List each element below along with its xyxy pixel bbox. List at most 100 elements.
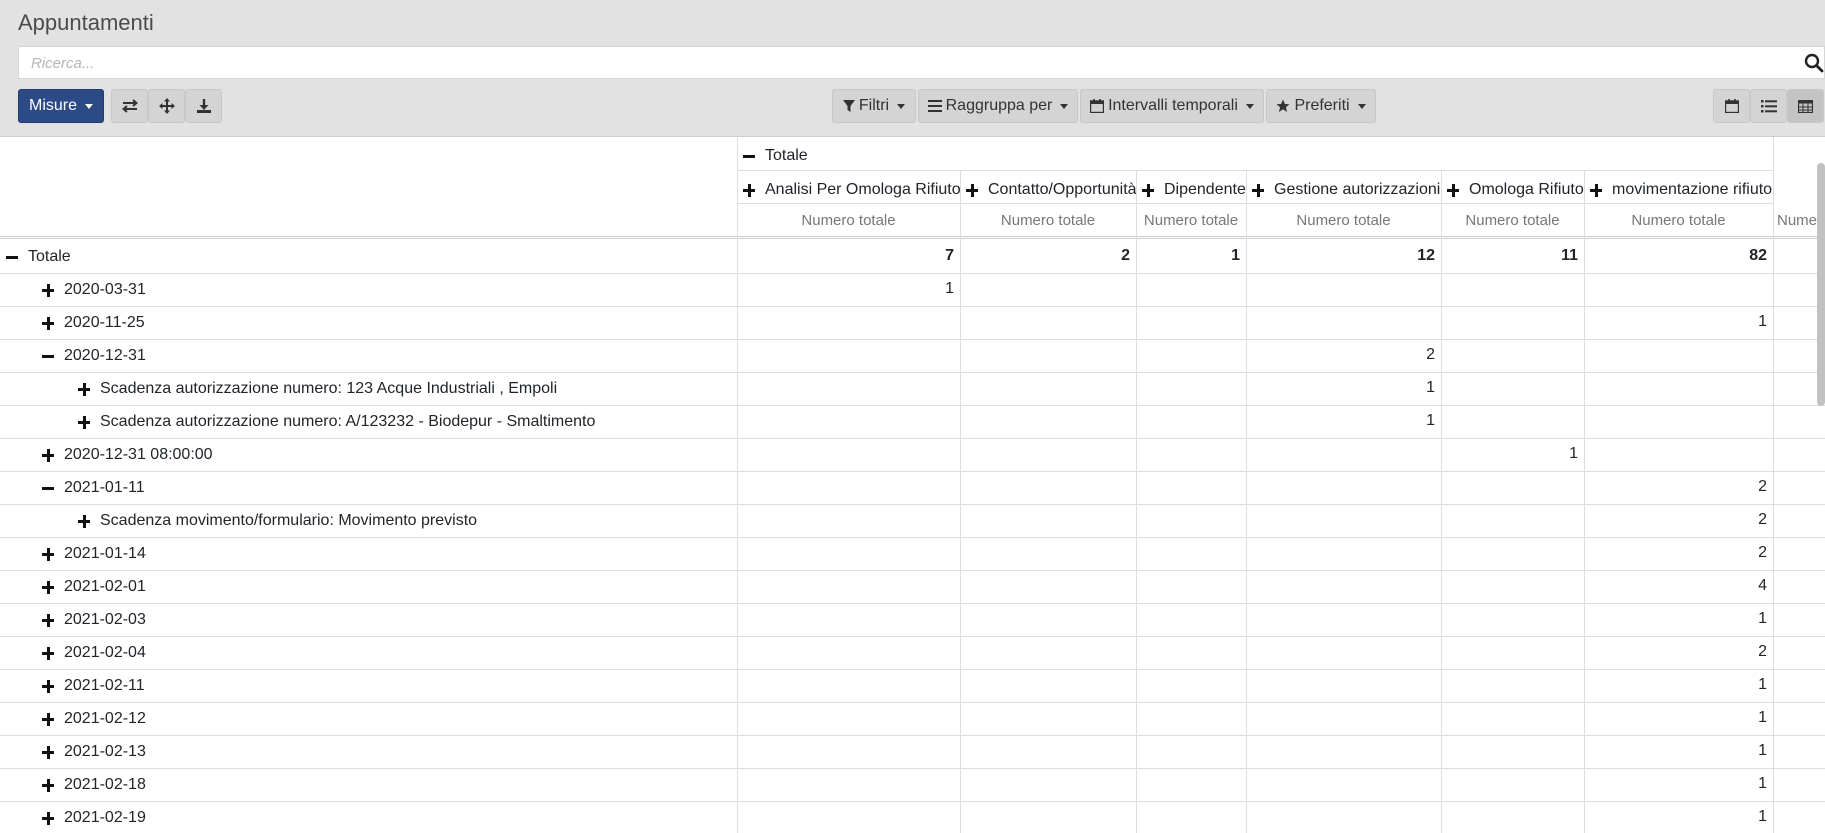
grid-line bbox=[0, 537, 1825, 538]
row-header[interactable]: Scadenza autorizzazione numero: 123 Acqu… bbox=[78, 378, 557, 400]
exchange-icon bbox=[121, 99, 138, 113]
measure-header[interactable]: Numero totale bbox=[737, 212, 960, 229]
row-header-label: 2020-11-25 bbox=[64, 314, 145, 331]
chevron-down-icon bbox=[1060, 103, 1069, 109]
row-header[interactable]: 2020-11-25 bbox=[42, 312, 145, 334]
row-header[interactable]: Scadenza movimento/formulario: Movimento… bbox=[78, 510, 477, 532]
col-header-group[interactable]: Contatto/Opportunità bbox=[966, 176, 1137, 204]
row-header-label: Scadenza autorizzazione numero: 123 Acqu… bbox=[100, 380, 558, 397]
flip-axis-button[interactable] bbox=[111, 89, 148, 123]
expand-icon bbox=[1142, 184, 1154, 197]
search-input[interactable]: Ricerca... bbox=[18, 46, 1825, 79]
table-icon bbox=[1798, 99, 1813, 113]
expand-icon bbox=[42, 614, 54, 627]
grid-line bbox=[0, 636, 1825, 637]
row-header[interactable]: 2021-02-13 bbox=[42, 741, 146, 763]
row-header[interactable]: 2021-01-11 bbox=[42, 477, 145, 499]
expand-all-button[interactable] bbox=[148, 89, 185, 123]
value-cell: 1 bbox=[1758, 610, 1767, 627]
measure-header[interactable]: Numero totale bbox=[1441, 212, 1584, 229]
row-header-total-label: Totale bbox=[28, 248, 71, 265]
grid-line bbox=[0, 306, 1825, 307]
download-button[interactable] bbox=[185, 89, 222, 123]
row-header-label: 2020-12-31 08:00:00 bbox=[64, 446, 213, 463]
row-header[interactable]: 2021-02-03 bbox=[42, 609, 146, 631]
bars-icon bbox=[927, 100, 942, 112]
row-header[interactable]: 2021-02-04 bbox=[42, 642, 146, 664]
grid-line bbox=[1584, 170, 1585, 833]
grid-line bbox=[0, 570, 1825, 571]
expand-icon bbox=[42, 746, 54, 759]
list-icon bbox=[1760, 99, 1777, 113]
value-cell: 1 bbox=[945, 280, 954, 297]
groupby-button[interactable]: Raggruppa per bbox=[918, 89, 1078, 123]
chevron-down-icon bbox=[897, 103, 906, 109]
grid-line bbox=[0, 238, 1825, 239]
view-calendar-button[interactable] bbox=[1713, 89, 1750, 123]
grid-line bbox=[0, 438, 1825, 439]
grid-line bbox=[0, 669, 1825, 670]
favorites-button[interactable]: Preferiti bbox=[1266, 89, 1376, 123]
row-header-label: 2021-02-03 bbox=[64, 611, 146, 628]
calendar-icon bbox=[1724, 99, 1739, 113]
row-header[interactable]: 2020-03-31 bbox=[42, 279, 146, 301]
col-header-group-label: Gestione autorizzazioni bbox=[1274, 181, 1441, 198]
row-header[interactable]: 2021-02-18 bbox=[42, 774, 146, 796]
row-header-label: 2021-02-18 bbox=[64, 776, 146, 793]
grid-line bbox=[960, 170, 961, 236]
row-header[interactable]: 2021-02-01 bbox=[42, 576, 146, 598]
vertical-scrollbar[interactable] bbox=[1817, 163, 1825, 406]
grid-line bbox=[960, 170, 961, 833]
expand-icon bbox=[42, 647, 54, 660]
value-cell: 1 bbox=[1758, 775, 1767, 792]
grid-line bbox=[0, 339, 1825, 340]
row-header[interactable]: 2021-01-14 bbox=[42, 543, 146, 565]
timeranges-button[interactable]: Intervalli temporali bbox=[1080, 89, 1264, 123]
collapse-icon bbox=[42, 482, 54, 494]
row-header[interactable]: 2021-02-12 bbox=[42, 708, 146, 730]
value-cell: 2 bbox=[1758, 478, 1767, 495]
row-header-label: 2021-01-14 bbox=[64, 545, 146, 562]
row-header[interactable]: Scadenza autorizzazione numero: A/123232… bbox=[78, 411, 595, 433]
measure-header[interactable]: Nume bbox=[1777, 212, 1817, 229]
col-header-group[interactable]: movimentazione rifiuto bbox=[1590, 176, 1772, 204]
measure-header[interactable]: Numero totale bbox=[960, 212, 1136, 229]
filter-icon bbox=[842, 99, 855, 113]
row-header[interactable]: 2020-12-31 bbox=[42, 345, 146, 367]
search-placeholder: Ricerca... bbox=[31, 55, 95, 72]
search-icon[interactable] bbox=[1804, 53, 1824, 73]
expand-icon bbox=[78, 515, 90, 528]
view-pivot-button[interactable] bbox=[1787, 89, 1824, 123]
expand-icon bbox=[966, 184, 978, 197]
total-cell: 11 bbox=[1561, 247, 1578, 264]
grid-line bbox=[1441, 170, 1442, 833]
row-header[interactable]: 2021-02-19 bbox=[42, 807, 146, 829]
measures-button[interactable]: Misure bbox=[18, 89, 104, 123]
row-header-total[interactable]: Totale bbox=[6, 246, 71, 268]
col-header-total[interactable]: Totale bbox=[743, 142, 808, 170]
value-cell: 2 bbox=[1758, 544, 1767, 561]
row-header[interactable]: 2021-02-11 bbox=[42, 675, 145, 697]
filters-button[interactable]: Filtri bbox=[832, 89, 916, 123]
value-cell: 4 bbox=[1758, 577, 1767, 594]
row-header[interactable]: 2020-12-31 08:00:00 bbox=[42, 444, 213, 466]
grid-line bbox=[737, 137, 738, 833]
expand-icon bbox=[743, 184, 755, 197]
col-header-group[interactable]: Omologa Rifiuto bbox=[1447, 176, 1584, 204]
grid-line bbox=[0, 405, 1825, 406]
col-header-group[interactable]: Analisi Per Omologa Rifiuto bbox=[743, 176, 961, 204]
value-cell: 1 bbox=[1758, 676, 1767, 693]
value-cell: 1 bbox=[1758, 808, 1767, 825]
col-header-group[interactable]: Gestione autorizzazioni bbox=[1252, 176, 1440, 204]
measure-header[interactable]: Numero totale bbox=[1246, 212, 1441, 229]
view-list-button[interactable] bbox=[1750, 89, 1787, 123]
col-header-group[interactable]: Dipendente bbox=[1142, 176, 1246, 204]
row-header-label: Scadenza autorizzazione numero: A/123232… bbox=[100, 413, 596, 430]
value-cell: 2 bbox=[1758, 511, 1767, 528]
measure-header[interactable]: Numero totale bbox=[1584, 212, 1773, 229]
measure-header[interactable]: Numero totale bbox=[1136, 212, 1246, 229]
total-cell: 7 bbox=[945, 247, 954, 264]
collapse-icon bbox=[6, 251, 18, 263]
grid-line bbox=[1246, 170, 1247, 833]
grid-line bbox=[0, 768, 1825, 769]
